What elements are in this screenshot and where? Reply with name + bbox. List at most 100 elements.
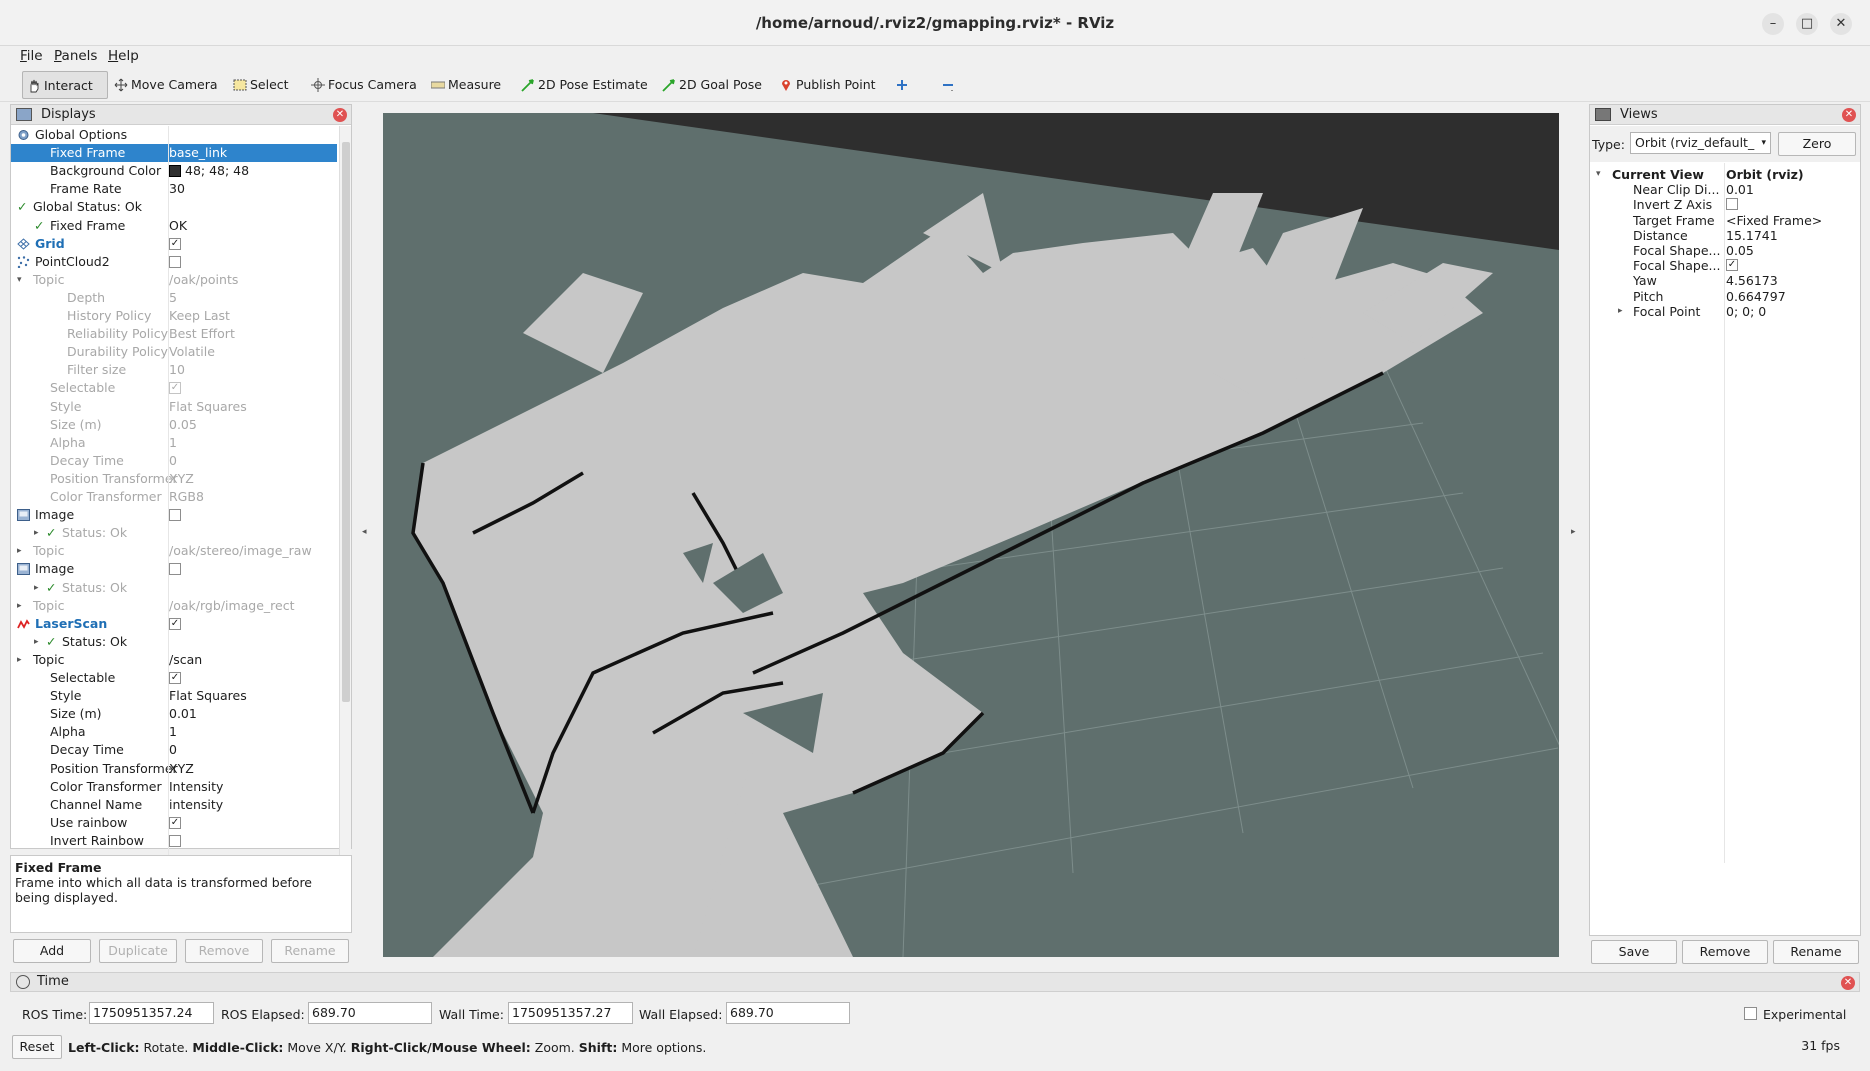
- collapse-left-icon[interactable]: ◂: [362, 527, 367, 537]
- display-row[interactable]: Durability Policy Volatile: [11, 343, 337, 361]
- view-property-row[interactable]: Distance 15.1741: [1590, 228, 1866, 243]
- minimize-button[interactable]: –: [1762, 13, 1784, 35]
- view-property-row[interactable]: ▸ Focal Point 0; 0; 0: [1590, 304, 1866, 319]
- property-checkbox[interactable]: [169, 509, 181, 522]
- property-checkbox[interactable]: [169, 255, 181, 268]
- experimental-checkbox[interactable]: [1744, 1007, 1757, 1020]
- close-views-icon[interactable]: ✕: [1842, 108, 1856, 122]
- view-property-checkbox[interactable]: [1726, 198, 1738, 211]
- property-value[interactable]: 0: [169, 741, 177, 759]
- expand-right-icon[interactable]: ▸: [17, 651, 22, 669]
- display-row[interactable]: Color Transformer Intensity: [11, 778, 337, 796]
- property-value[interactable]: XYZ: [169, 760, 194, 778]
- property-checkbox[interactable]: ✓: [169, 617, 181, 630]
- view-property-value[interactable]: Orbit (rviz): [1726, 167, 1804, 182]
- display-row[interactable]: LaserScan ✓: [11, 615, 337, 633]
- display-row[interactable]: Fixed Frame base_link: [11, 144, 337, 163]
- display-row[interactable]: Background Color 48; 48; 48: [11, 162, 337, 180]
- displays-scrollbar[interactable]: [339, 126, 351, 870]
- view-property-value[interactable]: 0.05: [1726, 243, 1754, 258]
- view-property-value[interactable]: 4.56173: [1726, 273, 1778, 288]
- menu-help[interactable]: Help: [108, 48, 139, 64]
- property-value[interactable]: /oak/points: [169, 271, 238, 289]
- display-row[interactable]: ✓ Global Status: Ok: [11, 198, 337, 216]
- property-checkbox[interactable]: [169, 834, 181, 847]
- zero-button[interactable]: Zero: [1778, 132, 1856, 156]
- display-row[interactable]: ▸ Topic/oak/rgb/image_rect: [11, 597, 337, 615]
- property-value[interactable]: OK: [169, 217, 187, 235]
- interact-tool[interactable]: Interact: [22, 71, 108, 99]
- expand-right-icon[interactable]: ▸: [17, 597, 22, 615]
- expand-right-icon[interactable]: ▸: [17, 542, 22, 560]
- color-swatch[interactable]: [169, 165, 181, 178]
- display-row[interactable]: Alpha 1: [11, 723, 337, 741]
- display-row[interactable]: ▸ ✓ Status: Ok: [11, 524, 337, 542]
- display-row[interactable]: Channel Name intensity: [11, 796, 337, 814]
- property-value[interactable]: XYZ: [169, 470, 194, 488]
- property-value[interactable]: Keep Last: [169, 307, 230, 325]
- expand-right-icon[interactable]: ▸: [34, 579, 39, 597]
- ros-time-field[interactable]: 1750951357.24: [89, 1002, 214, 1024]
- property-value[interactable]: Volatile: [169, 343, 215, 361]
- display-row[interactable]: Size (m) 0.05: [11, 416, 337, 434]
- display-row[interactable]: Style Flat Squares: [11, 398, 337, 416]
- property-value[interactable]: base_link: [169, 144, 227, 162]
- view-property-row[interactable]: Focal Shape... 0.05: [1590, 243, 1866, 258]
- publish-point-tool[interactable]: Publish Point: [775, 71, 880, 99]
- rename-display-button[interactable]: Rename: [271, 939, 349, 963]
- scrollbar-thumb[interactable]: [342, 142, 350, 702]
- display-row[interactable]: Decay Time 0: [11, 452, 337, 470]
- display-row[interactable]: Image: [11, 560, 337, 578]
- property-value[interactable]: Flat Squares: [169, 687, 247, 705]
- property-value[interactable]: 5: [169, 289, 177, 307]
- display-row[interactable]: ▸ Topic/oak/stereo/image_raw: [11, 542, 337, 560]
- rename-view-button[interactable]: Rename: [1773, 940, 1859, 964]
- expand-right-icon[interactable]: ▸: [34, 524, 39, 542]
- view-property-value[interactable]: 0; 0; 0: [1726, 304, 1766, 319]
- property-value[interactable]: 1: [169, 723, 177, 741]
- close-window-button[interactable]: ✕: [1830, 13, 1852, 35]
- duplicate-display-button[interactable]: Duplicate: [99, 939, 177, 963]
- view-property-row[interactable]: Invert Z Axis: [1590, 197, 1866, 212]
- measure-tool[interactable]: Measure: [427, 71, 505, 99]
- property-value[interactable]: 0: [169, 452, 177, 470]
- expand-right-icon[interactable]: ▸: [1618, 304, 1623, 319]
- close-time-icon[interactable]: ✕: [1841, 976, 1855, 990]
- view-property-row[interactable]: Target Frame <Fixed Frame>: [1590, 213, 1866, 228]
- property-value[interactable]: Intensity: [169, 778, 223, 796]
- display-row[interactable]: Grid ✓: [11, 235, 337, 253]
- view-property-value[interactable]: 0.664797: [1726, 289, 1786, 304]
- view-type-select[interactable]: Orbit (rviz_default_ ▾: [1630, 132, 1771, 154]
- focus-camera-tool[interactable]: Focus Camera: [307, 71, 421, 99]
- view-property-value[interactable]: 15.1741: [1726, 228, 1778, 243]
- property-value[interactable]: /scan: [169, 651, 202, 669]
- display-row[interactable]: Frame Rate 30: [11, 180, 337, 198]
- display-row[interactable]: Position Transformer XYZ: [11, 760, 337, 778]
- view-property-row[interactable]: ▾ Current View Orbit (rviz): [1590, 167, 1866, 182]
- expand-right-icon[interactable]: ▸: [34, 633, 39, 651]
- display-row[interactable]: Color Transformer RGB8: [11, 488, 337, 506]
- save-view-button[interactable]: Save: [1591, 940, 1677, 964]
- close-displays-icon[interactable]: ✕: [333, 108, 347, 122]
- collapse-right-icon[interactable]: ▸: [1571, 527, 1576, 537]
- property-value[interactable]: 0.05: [169, 416, 197, 434]
- property-checkbox[interactable]: ✓: [169, 672, 181, 684]
- display-row[interactable]: Use rainbow ✓: [11, 814, 337, 832]
- display-row[interactable]: Decay Time 0: [11, 741, 337, 759]
- view-property-row[interactable]: Focal Shape... ✓: [1590, 258, 1866, 273]
- property-value[interactable]: 30: [169, 180, 185, 198]
- remove-view-button[interactable]: Remove: [1682, 940, 1768, 964]
- menu-file[interactable]: File: [20, 48, 43, 64]
- property-value[interactable]: Best Effort: [169, 325, 235, 343]
- display-row[interactable]: Size (m) 0.01: [11, 705, 337, 723]
- display-row[interactable]: ✓ Fixed Frame OK: [11, 217, 337, 235]
- pose-estimate-tool[interactable]: 2D Pose Estimate: [517, 71, 652, 99]
- goal-pose-tool[interactable]: 2D Goal Pose: [658, 71, 766, 99]
- ros-elapsed-field[interactable]: 689.70: [308, 1002, 432, 1024]
- maximize-button[interactable]: □: [1796, 13, 1818, 35]
- display-row[interactable]: History Policy Keep Last: [11, 307, 337, 325]
- remove-tool-button[interactable]: [937, 71, 962, 99]
- property-value[interactable]: 48; 48; 48: [169, 162, 249, 180]
- display-row[interactable]: Position Transformer XYZ: [11, 470, 337, 488]
- display-row[interactable]: PointCloud2: [11, 253, 337, 271]
